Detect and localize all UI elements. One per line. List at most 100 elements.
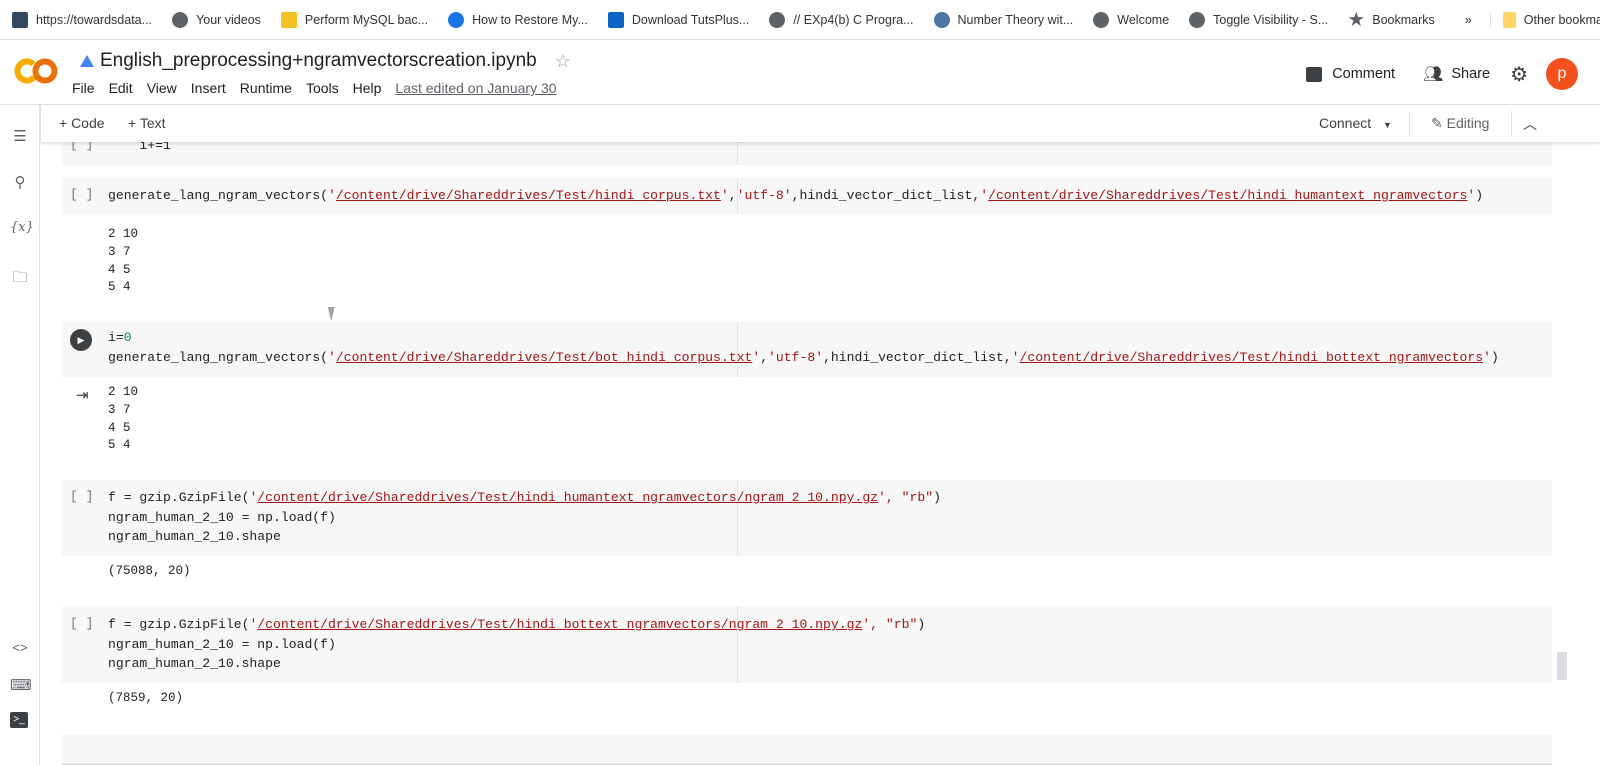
other-bookmarks[interactable]: Other bookmarks: [1489, 11, 1600, 28]
add-code-button[interactable]: + Code: [59, 115, 105, 131]
code-editor[interactable]: i=0 generate_lang_ngram_vectors('/content…: [108, 328, 1499, 367]
bookmark-item[interactable]: Welcome: [1093, 11, 1169, 28]
code-token: ): [933, 490, 941, 505]
string-literal: ': [752, 349, 761, 365]
bookmark-item[interactable]: Bookmarks: [1348, 11, 1435, 28]
divider: [1409, 111, 1410, 136]
string-literal: ': [720, 188, 729, 203]
menu-tools[interactable]: Tools: [306, 80, 339, 96]
code-token: i=: [108, 330, 124, 345]
mouse-cursor-icon: [324, 307, 335, 321]
search-icon[interactable]: ⚲: [10, 173, 30, 193]
avatar[interactable]: p: [1546, 58, 1578, 90]
tds-icon: [12, 11, 28, 28]
comment-button[interactable]: Comment: [1332, 66, 1395, 82]
last-edited-link[interactable]: Last edited on January 30: [395, 80, 556, 96]
code-line: f = gzip.GzipFile('/content/drive/Shared…: [108, 615, 925, 635]
code-token: ngram_human_2_10.shape: [108, 656, 281, 671]
path-string: /content/drive/Shareddrives/Test/bot_hin…: [335, 349, 753, 365]
gear-icon[interactable]: ⚙: [1510, 62, 1528, 87]
string-literal: 'utf-8': [768, 349, 824, 365]
menu-edit[interactable]: Edit: [109, 80, 133, 96]
bookmark-item[interactable]: https://towardsdata...: [12, 11, 152, 28]
colab-logo[interactable]: [14, 57, 58, 85]
scrollbar-thumb[interactable]: [1557, 652, 1567, 680]
code-line: generate_lang_ngram_vectors('/content/dr…: [108, 186, 1483, 206]
star-icon[interactable]: ☆: [555, 51, 571, 72]
code-cell[interactable]: [ ] generate_lang_ngram_vectors('/content…: [62, 178, 1552, 214]
notebook-header: English_preprocessing+ngramvectorscreati…: [0, 40, 1600, 105]
bookmark-item[interactable]: How to Restore My...: [448, 11, 588, 28]
code-token: ,hindi_vector_dict_list,: [823, 349, 1012, 365]
menu-runtime[interactable]: Runtime: [240, 80, 292, 96]
bookmark-item[interactable]: // EXp4(b) C Progra...: [769, 11, 914, 28]
code-cell[interactable]: [ ] f = gzip.GzipFile('/content/drive/Sha…: [62, 480, 1552, 556]
menu-file[interactable]: File: [72, 80, 95, 96]
connect-label: Connect: [1319, 115, 1372, 131]
table-of-contents-icon[interactable]: ☰: [10, 127, 30, 147]
folder-icon[interactable]: 🗀︎: [10, 267, 30, 287]
editing-label: Editing: [1446, 115, 1490, 131]
bookmark-label: How to Restore My...: [472, 12, 588, 27]
next-cell: [62, 735, 1552, 765]
globe-icon: [172, 11, 189, 28]
menu-help[interactable]: Help: [353, 80, 382, 96]
menu-bar: File Edit View Insert Runtime Tools Help Last e…: [72, 80, 571, 96]
code-token: f = gzip.GzipFile(: [108, 617, 250, 632]
bookmark-item[interactable]: Toggle Visibility - S...: [1189, 11, 1328, 28]
code-token: ngram_human_2_10 = np.load(f): [108, 636, 336, 652]
code-cell[interactable]: [ ] f = gzip.GzipFile('/content/drive/Sha…: [62, 606, 1552, 683]
variables-icon[interactable]: {x}: [10, 220, 34, 240]
bookmark-item[interactable]: Perform MySQL bac...: [280, 11, 428, 28]
add-text-button[interactable]: + Text: [128, 115, 166, 131]
code-editor[interactable]: f = gzip.GzipFile('/content/drive/Shared…: [108, 488, 941, 547]
divider: [1511, 111, 1512, 136]
bookmark-item[interactable]: Number Theory wit...: [933, 11, 1073, 28]
more-bookmarks-button[interactable]: »: [1465, 13, 1472, 27]
globe-icon: [1189, 11, 1206, 28]
pencil-icon: ✎: [1431, 115, 1443, 131]
other-bookmarks-label: Other bookmarks: [1523, 12, 1600, 27]
code-token: ,: [728, 188, 737, 203]
command-palette-icon[interactable]: ⌨: [10, 676, 32, 696]
connect-button[interactable]: Connect ▼: [1319, 115, 1392, 131]
code-token: ngram_human_2_10 = np.load(f): [108, 509, 336, 525]
menu-insert[interactable]: Insert: [191, 80, 226, 96]
code-cell[interactable]: ▶ i=0 generate_lang_ngram_vectors('/conten…: [62, 322, 1552, 377]
code-snippets-icon[interactable]: <>: [10, 640, 30, 660]
code-token: ): [917, 617, 926, 632]
menu-view[interactable]: View: [147, 80, 177, 96]
globe-icon: [1093, 11, 1110, 28]
run-cell-button[interactable]: ▶: [70, 329, 92, 351]
cell-output: (7859, 20): [108, 690, 183, 708]
editing-button[interactable]: ✎ Editing: [1431, 115, 1489, 132]
cell-output: 2 10 3 7 4 5 5 4: [108, 384, 138, 455]
notebook-title[interactable]: English_preprocessing+ngramvectorscreati…: [100, 50, 537, 72]
output-actions-icon[interactable]: ⇥: [76, 386, 89, 404]
share-button[interactable]: Share: [1451, 66, 1490, 82]
string-literal: ': [1011, 349, 1020, 365]
run-cell-button[interactable]: [ ]: [70, 187, 93, 202]
bookmark-item[interactable]: Your videos: [172, 11, 261, 28]
share-icon: 👥︎: [1423, 66, 1444, 83]
linkedin-icon: [607, 11, 624, 28]
run-cell-button[interactable]: [ ]: [70, 489, 93, 504]
bookmark-item[interactable]: Download TutsPlus...: [607, 11, 749, 28]
bookmark-label: Your videos: [196, 12, 261, 27]
string-literal: ': [980, 188, 989, 203]
code-token: ): [1475, 188, 1484, 203]
collapse-header-icon[interactable]: ︿: [1523, 114, 1537, 134]
star-icon: [1348, 11, 1364, 27]
notebook-toolbar: + Code + Text Connect ▼ ✎ Editing ︿: [40, 105, 1600, 142]
terminal-icon[interactable]: >_: [10, 712, 28, 728]
code-line: generate_lang_ngram_vectors('/content/dr…: [108, 348, 1499, 368]
output-line: (75088, 20): [108, 564, 191, 578]
code-editor[interactable]: generate_lang_ngram_vectors('/content/dr…: [108, 186, 1483, 206]
output-line: (7859, 20): [108, 691, 184, 705]
cell-output: (75088, 20): [108, 563, 191, 581]
code-editor[interactable]: f = gzip.GzipFile('/content/drive/Shared…: [108, 615, 925, 674]
path-string: /content/drive/Shareddrives/Test/hindi_b…: [1019, 349, 1484, 365]
path-string: /content/drive/Shareddrives/Test/hindi_h…: [257, 490, 879, 505]
run-cell-button[interactable]: [ ]: [70, 616, 93, 631]
code-token: generate_lang_ngram_vectors(: [108, 188, 329, 203]
